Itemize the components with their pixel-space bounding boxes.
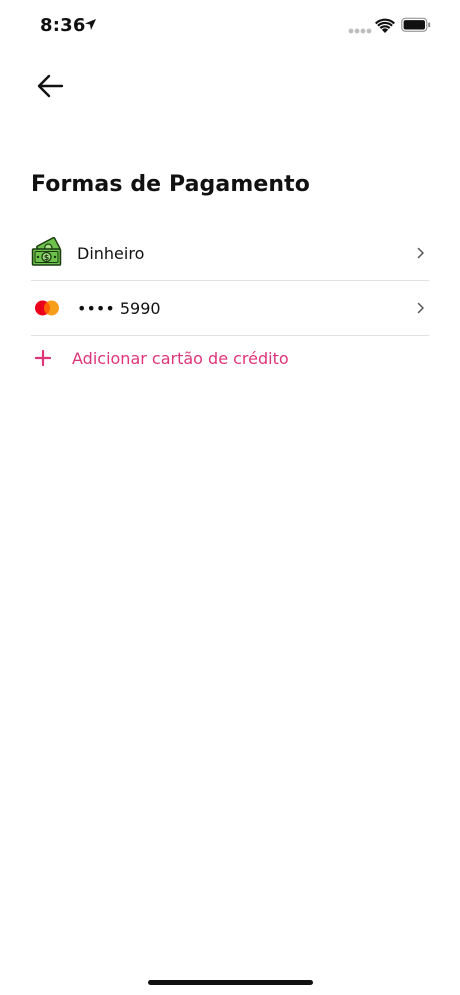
arrow-left-icon	[37, 74, 64, 98]
plus-icon	[35, 350, 51, 366]
payment-method-card[interactable]: •••• 5990	[31, 281, 429, 336]
payment-methods-list: $ Dinheiro •••• 5990	[31, 226, 429, 336]
wifi-icon	[375, 18, 395, 33]
page-title: Formas de Pagamento	[31, 172, 310, 197]
signal-icon	[348, 28, 372, 34]
svg-text:$: $	[44, 253, 50, 262]
add-credit-card-label: Adicionar cartão de crédito	[72, 348, 289, 368]
payment-method-cash[interactable]: $ Dinheiro	[31, 226, 429, 281]
battery-icon	[401, 17, 431, 32]
mastercard-icon	[31, 292, 63, 324]
back-button[interactable]	[30, 68, 70, 104]
payment-method-label: •••• 5990	[77, 298, 161, 318]
status-bar: 8:36	[0, 0, 460, 54]
chevron-right-icon	[417, 247, 424, 259]
add-credit-card-button[interactable]: Adicionar cartão de crédito	[31, 340, 429, 376]
chevron-right-icon	[417, 302, 424, 314]
home-indicator	[148, 980, 313, 985]
location-arrow-icon	[85, 19, 96, 30]
payment-method-label: Dinheiro	[77, 243, 145, 263]
cash-icon: $	[31, 237, 63, 269]
status-time: 8:36	[40, 15, 86, 36]
